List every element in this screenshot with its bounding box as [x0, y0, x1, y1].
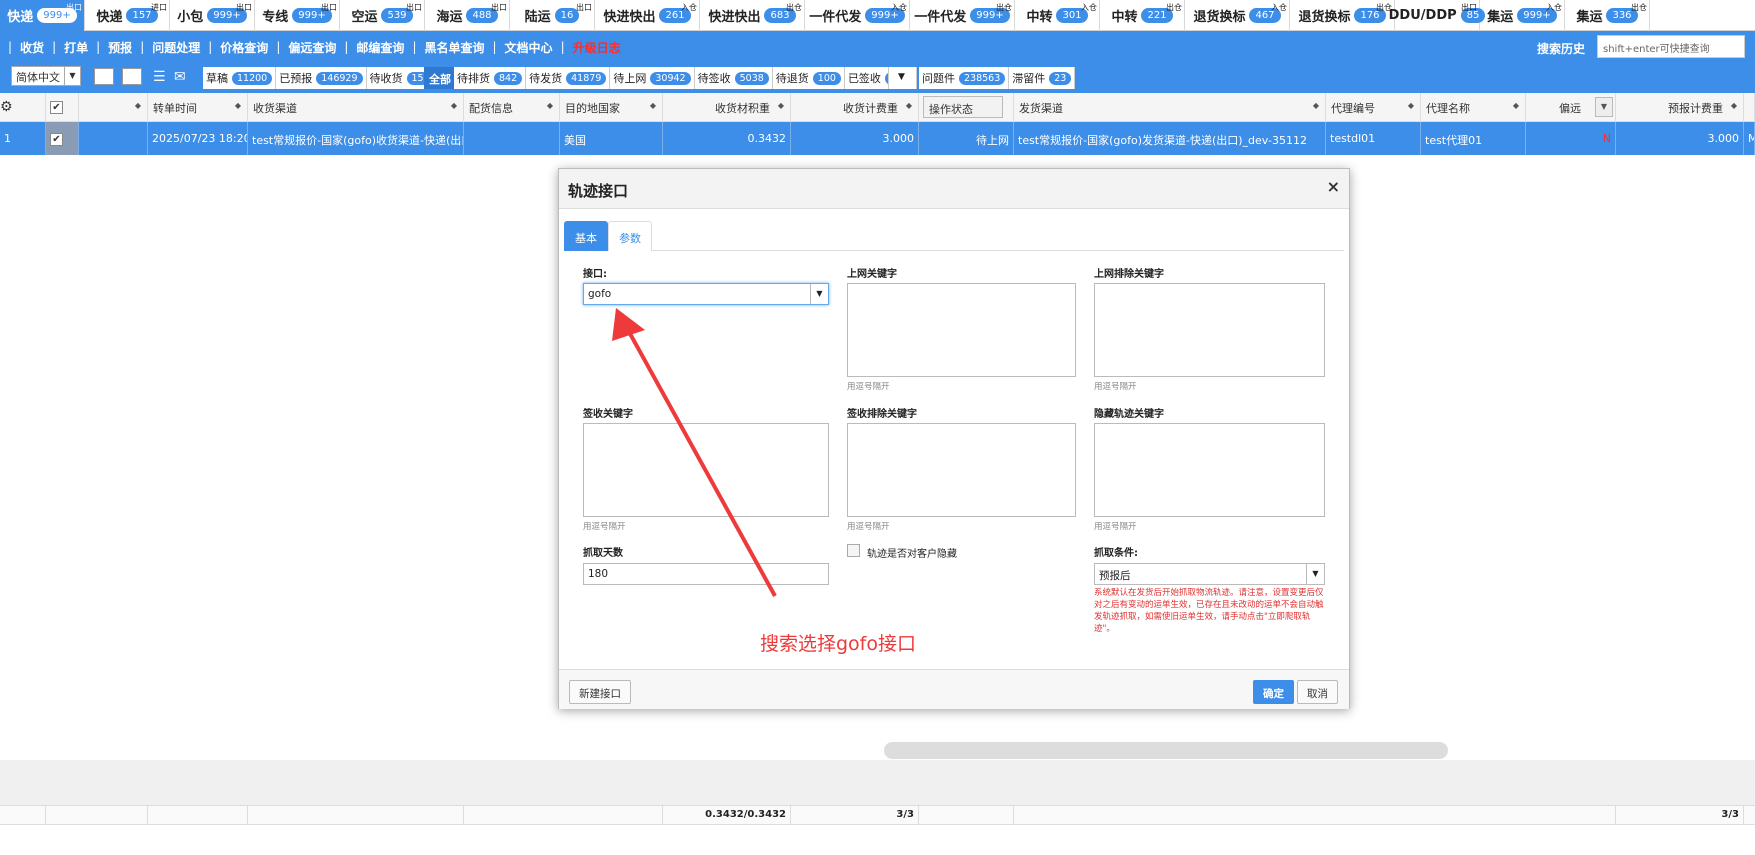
arrow-head — [612, 308, 645, 341]
annotation-arrow — [612, 308, 777, 597]
annotation-text: 搜索选择gofo接口 — [760, 633, 916, 655]
arrow-shaft — [626, 329, 777, 597]
